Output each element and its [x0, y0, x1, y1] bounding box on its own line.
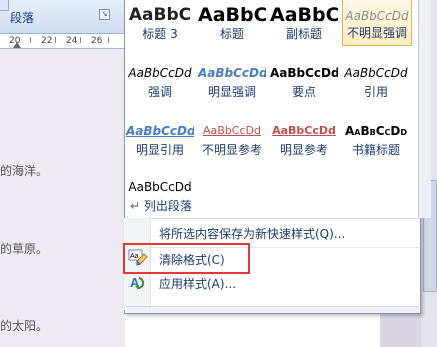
style-name: 标题 [219, 27, 244, 41]
document-line: 的海洋。 [0, 164, 49, 178]
style-sample: AaBbCcDd [126, 124, 194, 138]
ruler-tick [108, 37, 109, 43]
style-name: 副标题 [285, 27, 322, 41]
ruler-tick [80, 37, 81, 43]
apply-styles-icon: A [128, 274, 148, 292]
style-sample: AaBbCcDd [128, 66, 192, 80]
ruler-tick [30, 37, 31, 43]
style-name: 明显引用 [135, 143, 184, 157]
style-subtle-emphasis[interactable]: AaBbCcDd 不明显强调 [342, 0, 412, 46]
dialog-launcher-icon[interactable]: ↘ [99, 9, 110, 20]
style-book-title[interactable]: AaBbCcDd 书籍标题 [342, 114, 410, 166]
gallery-scrollbar[interactable] [418, 0, 431, 218]
style-intense-emphasis[interactable]: AaBbCcDd 明显强调 [198, 56, 266, 108]
style-name: 引用 [363, 85, 388, 99]
style-list-paragraph[interactable]: AaBbCcDd [126, 170, 194, 222]
style-sample: AaBbC [128, 5, 192, 25]
save-as-quick-style-item[interactable]: 将所选内容保存为新快速样式(Q)... [150, 223, 418, 245]
style-sample: AaBbCcDd [344, 66, 408, 80]
style-sample: AaBbCcDd [344, 124, 407, 138]
style-strong[interactable]: AaBbCcDd 要点 [270, 56, 338, 108]
ruler-mark: 26 [91, 36, 103, 46]
style-sample: AaBbCcDd [203, 124, 261, 137]
style-intense-reference[interactable]: AaBbCcDd 明显参考 [270, 114, 338, 166]
style-intense-quote[interactable]: AaBbCcDd 明显引用 [126, 114, 194, 166]
style-sample: AaBbCcDd [198, 66, 266, 80]
style-name: 标题 3 [142, 27, 178, 41]
document-page[interactable]: 的海洋。 的草原。 的太阳。 [0, 49, 125, 347]
style-subtitle[interactable]: AaBbC 副标题 [270, 0, 338, 50]
ruler-mark: 22 [41, 36, 53, 46]
style-sample: AaBbC [198, 4, 266, 26]
document-line: 的太阳。 [0, 319, 49, 333]
ruler-tick [55, 37, 56, 43]
ruler-mark: 20 [9, 36, 21, 46]
ruler-mark: 24 [66, 36, 78, 46]
apply-styles-item[interactable]: 应用样式(A)... [150, 273, 418, 295]
style-sample: AaBbCcDd [128, 180, 192, 194]
horizontal-ruler[interactable]: 20 22 24 26 [0, 34, 125, 49]
list-paragraph-label[interactable]: ↵ 列出段落 [130, 197, 192, 214]
style-name: 明显强调 [207, 85, 256, 99]
paragraph-group-label: 段落 [10, 11, 35, 25]
style-name: 明显参考 [279, 143, 328, 157]
style-name: 不明显参考 [201, 143, 262, 157]
menu-item-label: 应用样式(A)... [159, 277, 237, 291]
gallery-resize-grip[interactable] [126, 306, 419, 313]
style-sample: AaBbC [270, 4, 338, 26]
document-line: 的草原。 [0, 242, 49, 256]
style-sample: AaBbCcDd [272, 124, 336, 137]
style-sample: AaBbCcDd [270, 66, 338, 80]
style-title[interactable]: AaBbC 标题 [198, 0, 266, 50]
paragraph-mark-icon: ↵ [130, 199, 141, 213]
style-name: 不明显强调 [346, 26, 407, 40]
paragraph-ribbon-group: 段落 ↘ [0, 0, 125, 34]
ribbon-button-fragment[interactable] [0, 0, 9, 11]
style-subtle-reference[interactable]: AaBbCcDd 不明显参考 [198, 114, 266, 166]
gallery-separator [124, 218, 419, 219]
style-name: 强调 [147, 85, 172, 99]
menu-item-label: 将所选内容保存为新快速样式(Q)... [159, 227, 346, 241]
style-name: 列出段落 [143, 199, 192, 213]
style-heading-3[interactable]: AaBbC 标题 3 [126, 0, 194, 50]
style-name: 书籍标题 [351, 143, 400, 157]
style-emphasis[interactable]: AaBbCcDd 强调 [126, 56, 194, 108]
style-name: 要点 [291, 85, 316, 99]
style-quote[interactable]: AaBbCcDd 引用 [342, 56, 410, 108]
highlight-box [123, 243, 250, 274]
